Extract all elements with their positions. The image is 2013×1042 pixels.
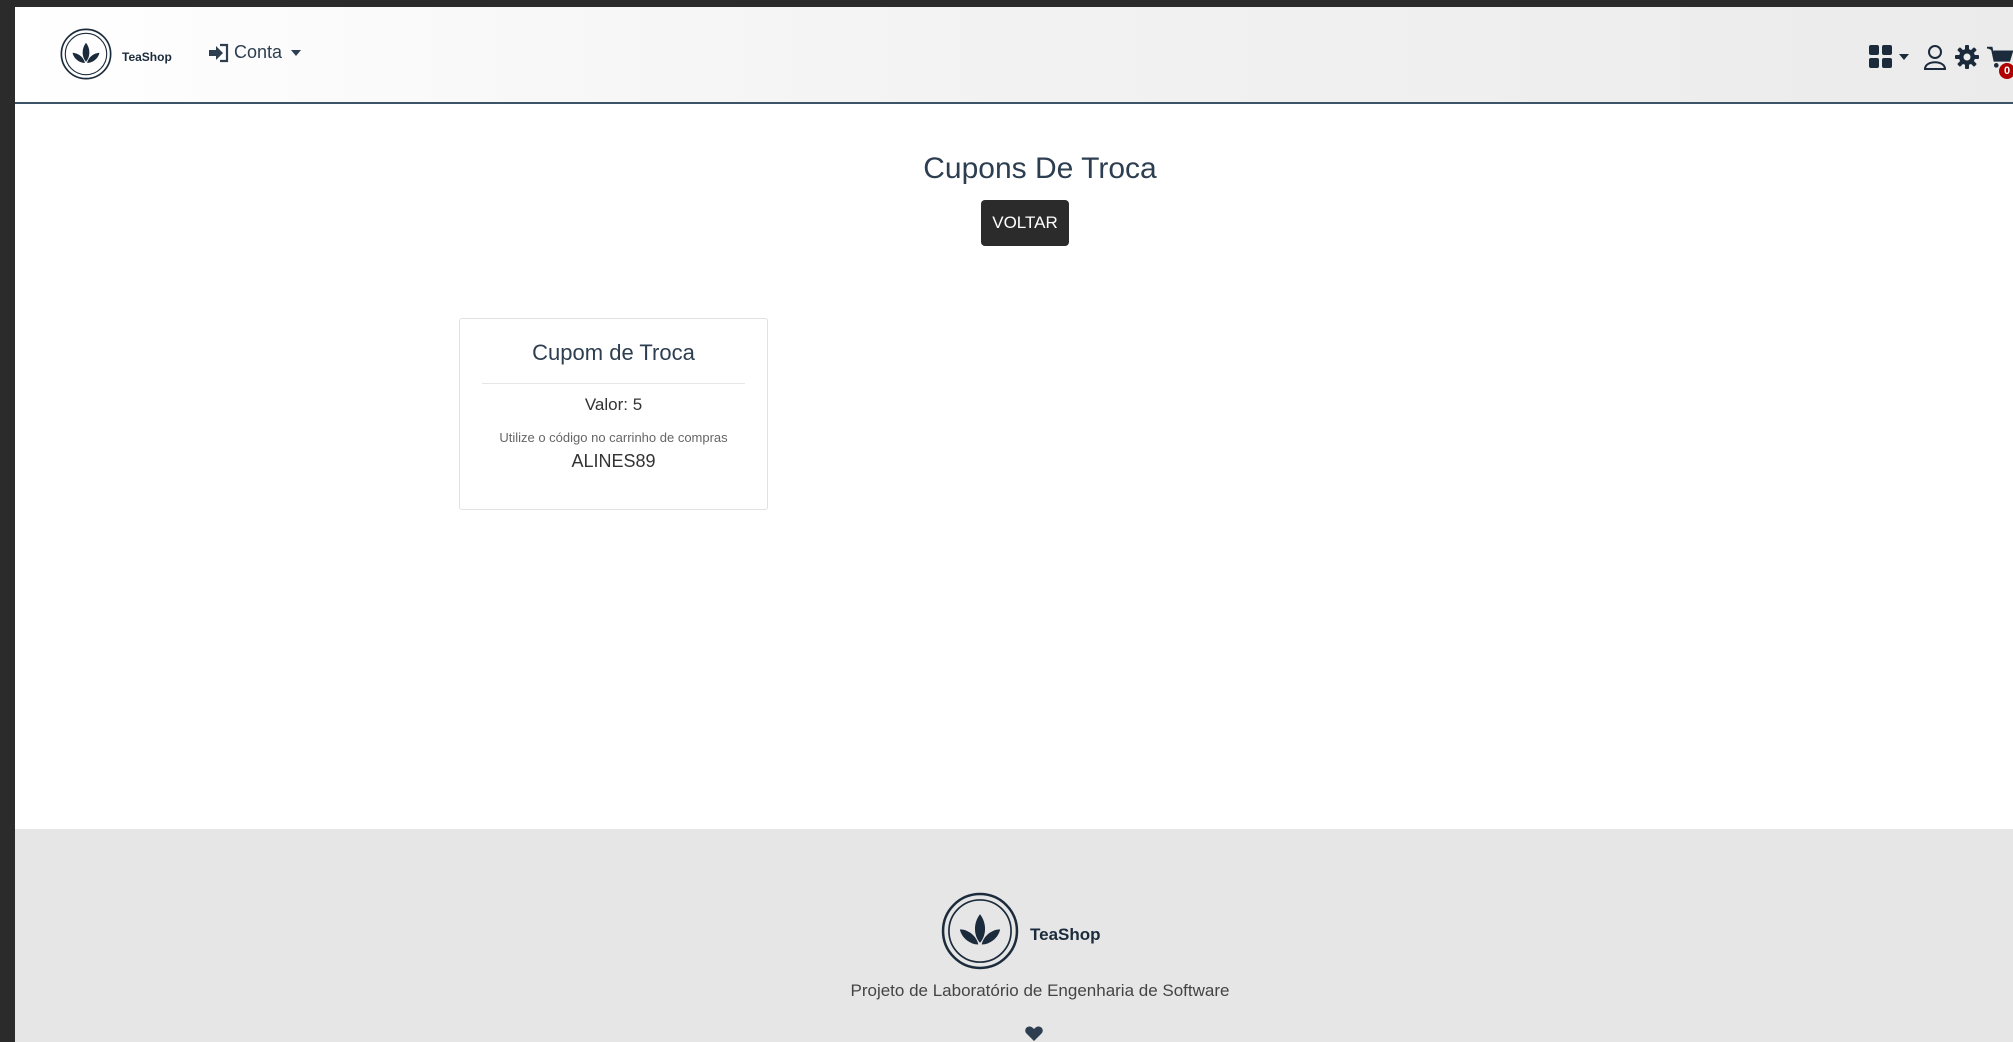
coupon-value: Valor: 5: [584, 395, 643, 414]
footer: TeaShop Projeto de Laboratório de Engenh…: [15, 829, 2013, 1042]
brand-name: TeaShop: [122, 50, 172, 64]
account-dropdown[interactable]: Conta: [208, 42, 302, 63]
back-button[interactable]: VOLTAR: [981, 200, 1069, 246]
navbar-actions: 0: [1869, 44, 2013, 79]
coupon-divider: [482, 383, 745, 384]
cart-count-badge: 0: [1999, 63, 2013, 79]
account-label: Conta: [234, 42, 283, 62]
coupon-title: Cupom de Troca: [532, 340, 695, 365]
cart-button[interactable]: 0: [1987, 45, 2013, 79]
page-title: Cupons De Troca: [923, 152, 1157, 185]
brand-link[interactable]: TeaShop: [58, 25, 172, 83]
coupon-hint: Utilize o código no carrinho de compras: [499, 430, 728, 445]
lotus-logo-icon: [60, 28, 112, 80]
categories-dropdown[interactable]: [1869, 45, 1909, 69]
grid-icon: [1869, 45, 1892, 68]
footer-brand: TeaShop: [938, 889, 1101, 973]
browser-viewport: TeaShop Conta 0 Cupons De Troca VOLTAR C…: [15, 7, 2013, 1042]
gear-icon: [1955, 45, 1979, 69]
sign-in-icon: [209, 43, 229, 62]
chevron-down-icon: [1899, 54, 1909, 60]
footer-brand-name: TeaShop: [1030, 925, 1101, 944]
lotus-logo-icon: [941, 892, 1019, 970]
user-button[interactable]: [1923, 44, 1947, 70]
footer-text: Projeto de Laboratório de Engenharia de …: [850, 981, 1230, 1000]
coupon-code: ALINES89: [571, 451, 656, 471]
settings-button[interactable]: [1955, 45, 1979, 69]
user-icon: [1923, 45, 1947, 70]
heart-icon: [1025, 1026, 1043, 1041]
coupon-card: Cupom de Troca Valor: 5 Utilize o código…: [459, 318, 768, 510]
navbar: TeaShop Conta 0: [15, 7, 2013, 104]
chevron-down-icon: [291, 49, 302, 56]
